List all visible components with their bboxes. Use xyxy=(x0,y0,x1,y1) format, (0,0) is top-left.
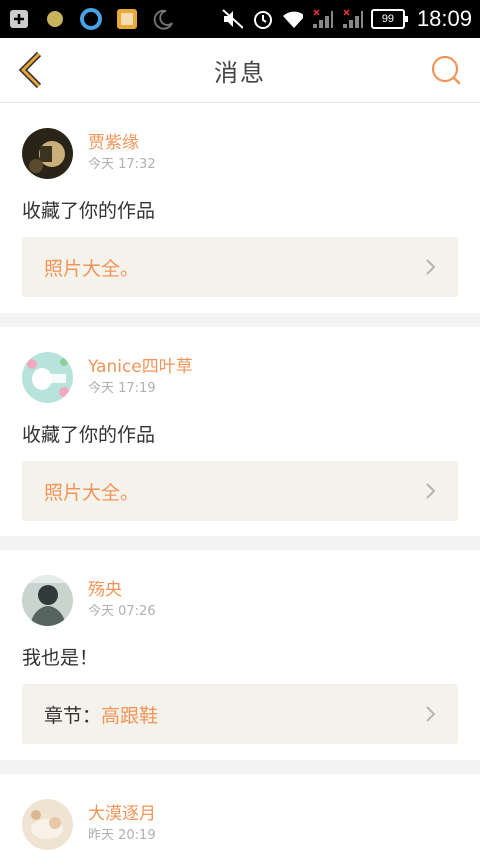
chevron-right-icon xyxy=(426,706,436,722)
work-link[interactable]: 照片大全。 xyxy=(22,237,458,297)
message-card: 大漠逐月 昨天 20:19 xyxy=(0,774,480,854)
header: 消息 xyxy=(0,38,480,103)
message-card: 贾紫缘 今天 17:32 收藏了你的作品 照片大全。 xyxy=(0,103,480,313)
user-name[interactable]: 大漠逐月 xyxy=(88,803,156,825)
search-button[interactable] xyxy=(426,50,466,90)
message-card: Yanice四叶草 今天 17:19 收藏了你的作品 照片大全。 xyxy=(0,327,480,536)
message-user-row: 大漠逐月 昨天 20:19 xyxy=(22,798,458,850)
page-title: 消息 xyxy=(214,58,266,87)
message-content: 收藏了你的作品 xyxy=(22,424,156,446)
search-icon xyxy=(431,55,461,85)
avatar[interactable] xyxy=(22,798,73,850)
chevron-left-icon xyxy=(18,51,42,89)
message-time: 今天 17:32 xyxy=(88,157,156,172)
alarm-icon xyxy=(251,8,273,30)
chapter-link[interactable]: 章节： 高跟鞋 xyxy=(22,684,458,744)
message-time: 昨天 20:19 xyxy=(88,828,156,843)
clock: 18:09 xyxy=(416,6,472,31)
avatar[interactable] xyxy=(22,574,73,626)
chevron-right-icon xyxy=(426,259,436,275)
app-icon xyxy=(116,8,138,30)
chapter-prefix: 章节： xyxy=(44,704,102,727)
user-name[interactable]: 殇央 xyxy=(88,579,156,601)
message-user-row: 贾紫缘 今天 17:32 xyxy=(22,127,458,179)
chevron-right-icon xyxy=(426,483,436,499)
signal-icon xyxy=(311,8,333,30)
browser-icon xyxy=(80,8,102,30)
message-time: 今天 07:26 xyxy=(88,604,156,619)
user-name[interactable]: 贾紫缘 xyxy=(88,132,156,154)
battery-icon: 99 xyxy=(370,9,408,29)
avatar[interactable] xyxy=(22,351,73,403)
message-content: 我也是！ xyxy=(22,647,99,669)
circle-icon xyxy=(44,8,66,30)
avatar[interactable] xyxy=(22,127,73,179)
work-title: 照片大全。 xyxy=(44,481,140,504)
add-icon xyxy=(8,8,30,30)
moon-icon xyxy=(152,8,174,30)
message-card: 殇央 今天 07:26 我也是！ 章节： 高跟鞋 xyxy=(0,550,480,760)
signal-icon-2 xyxy=(341,8,363,30)
mute-icon xyxy=(221,8,243,30)
message-time: 今天 17:19 xyxy=(88,381,156,396)
work-title: 照片大全。 xyxy=(44,257,140,280)
back-button[interactable] xyxy=(10,48,54,92)
status-bar: 99 18:09 xyxy=(0,0,480,38)
user-name[interactable]: Yanice四叶草 xyxy=(88,356,193,378)
chapter-title: 高跟鞋 xyxy=(101,704,159,727)
work-link[interactable]: 照片大全。 xyxy=(22,461,458,521)
message-user-row: 殇央 今天 07:26 xyxy=(22,574,458,626)
wifi-icon xyxy=(281,8,303,30)
message-user-row: Yanice四叶草 今天 17:19 xyxy=(22,351,458,403)
message-content: 收藏了你的作品 xyxy=(22,200,156,222)
